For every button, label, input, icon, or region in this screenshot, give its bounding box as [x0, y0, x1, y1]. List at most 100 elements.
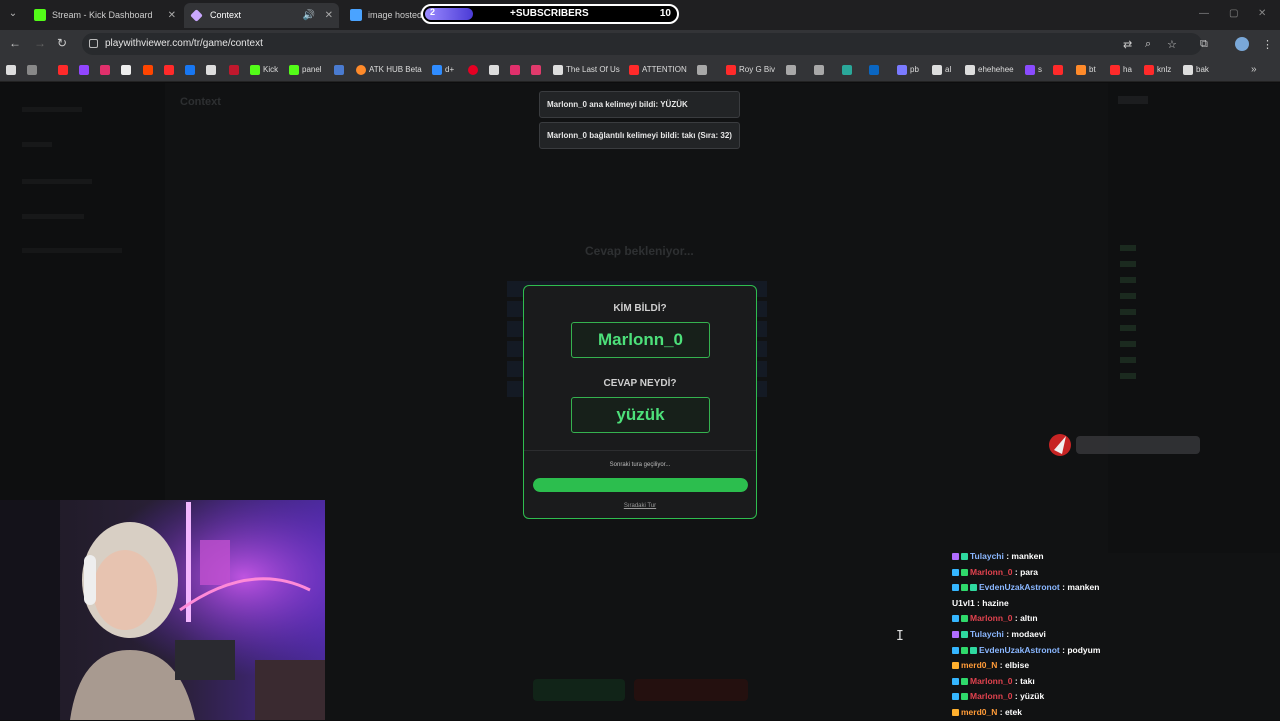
youtube-icon[interactable]	[58, 65, 68, 75]
next-round-link[interactable]: Sıradaki Tur	[524, 503, 756, 509]
chat-username[interactable]: Marlonn_0	[970, 567, 1013, 577]
chat-username[interactable]: U1vl1	[952, 598, 975, 608]
image-host-favicon-icon	[350, 9, 362, 21]
chat-username[interactable]: Marlonn_0	[970, 691, 1013, 701]
subscriber-goal-progress: 2	[430, 7, 436, 17]
bookmark-attention[interactable]: ATTENTION	[629, 64, 687, 76]
bookmark-ehehehee[interactable]: ehehehee	[965, 64, 1014, 76]
chat-username[interactable]: EvdenUzakAstronot	[979, 582, 1060, 592]
bookmark-kick[interactable]: Kick	[250, 64, 278, 76]
dim-chat-line	[1120, 293, 1139, 301]
chat-username[interactable]: Tulaychi	[970, 551, 1004, 561]
bookmark-pb[interactable]: pb	[897, 64, 919, 76]
chat-username[interactable]: Marlonn_0	[970, 676, 1013, 686]
close-window-icon[interactable]: ✕	[1258, 8, 1266, 19]
next-round-button[interactable]	[533, 679, 625, 701]
speaker-icon[interactable]: 🔊	[303, 3, 315, 28]
tab-search-icon[interactable]: ⌄	[4, 5, 22, 23]
close-tab-icon[interactable]: ✕	[168, 3, 176, 28]
chat-text: elbise	[1004, 660, 1030, 671]
back-icon[interactable]: ←	[9, 36, 21, 50]
bookmark-ha[interactable]: ha	[1110, 64, 1132, 76]
reload-icon[interactable]: ↻	[57, 36, 67, 50]
pinterest-icon[interactable]	[468, 65, 478, 75]
folder-icon[interactable]	[697, 65, 707, 75]
facebook-icon[interactable]	[185, 65, 195, 75]
dim-line	[22, 214, 84, 219]
tab-kick-dashboard[interactable]: Stream - Kick Dashboard ✕	[26, 3, 182, 28]
chat-username[interactable]: EvdenUzakAstronot	[979, 645, 1060, 655]
chat-username[interactable]: merd0_N	[961, 660, 997, 670]
stream-logo-icon	[1049, 434, 1200, 456]
bookmark-red-icon[interactable]	[164, 65, 174, 75]
bookmark-shield-icon[interactable]	[229, 65, 239, 75]
more-bookmarks-icon[interactable]: »	[1251, 65, 1261, 75]
kick-icon	[250, 65, 260, 75]
url-bar[interactable]: playwithviewer.com/tr/game/context	[82, 33, 1202, 55]
chat-badge-icon	[961, 553, 968, 560]
chat-message: merd0_N : elbise	[952, 658, 1152, 674]
bookmark-bt[interactable]: bt	[1076, 64, 1096, 76]
bookmark-panel[interactable]: panel	[289, 64, 322, 76]
zoom-icon[interactable]: ⌕	[1145, 38, 1151, 51]
chat-username[interactable]: merd0_N	[961, 707, 997, 717]
context-favicon-icon	[190, 9, 203, 22]
profile-avatar-icon[interactable]	[1235, 37, 1249, 51]
bookmark-atk-hub[interactable]: ATK HUB Beta	[356, 64, 422, 76]
chat-badge-icon	[952, 630, 959, 638]
chat-username[interactable]: Marlonn_0	[970, 613, 1013, 623]
chat-message: U1vl1 : hazine	[952, 596, 1152, 612]
chat-badge-icon	[952, 615, 959, 623]
x-twitter-icon[interactable]	[206, 65, 216, 75]
bookmark-roy-g-biv[interactable]: Roy G Biv	[726, 64, 775, 76]
forward-icon[interactable]: →	[34, 36, 46, 50]
bookmark-pink-icon[interactable]	[531, 65, 541, 75]
chat-badge-icon	[961, 615, 968, 623]
reddit-icon[interactable]	[143, 65, 153, 75]
apps-icon[interactable]	[6, 65, 16, 75]
bookmark-diamond-icon[interactable]	[489, 65, 499, 75]
chat-separator: :	[1012, 613, 1021, 624]
bookmark-teal-icon[interactable]	[842, 65, 852, 75]
end-game-button[interactable]	[634, 679, 748, 701]
next-round-text: Sonraki tura geçiliyor...	[609, 462, 671, 468]
bookmark-the-last-of-us[interactable]: The Last Of Us	[553, 64, 620, 76]
menu-kebab-icon[interactable]: ⋮	[1262, 38, 1273, 51]
bookmark-al[interactable]: al	[932, 64, 951, 76]
bookmark-s[interactable]: s	[1025, 64, 1042, 76]
instagram-2-icon[interactable]	[510, 65, 520, 75]
chat-text: manken	[1011, 551, 1044, 561]
folder-icon[interactable]	[786, 65, 796, 75]
snapchat-icon[interactable]	[121, 65, 131, 75]
bookmark-dplus[interactable]: d+	[432, 64, 454, 76]
translate-icon[interactable]: ⇄	[1123, 38, 1132, 51]
site-info-icon[interactable]	[89, 39, 98, 48]
bookmark-red-2-icon[interactable]	[1053, 65, 1063, 75]
linkedin-icon[interactable]	[869, 65, 879, 75]
modal-divider	[524, 450, 756, 451]
dim-chat-line	[1120, 357, 1139, 365]
chat-panel	[1108, 83, 1280, 553]
minimize-icon[interactable]: —	[1199, 8, 1209, 19]
steam-icon[interactable]	[334, 65, 344, 75]
extensions-icon[interactable]: ⧉	[1200, 38, 1208, 51]
chat-text: hazine	[982, 597, 1009, 608]
chat-message: Marlonn_0 : yüzük	[952, 689, 1152, 705]
folder-icon[interactable]	[814, 65, 824, 75]
bookmark-bak[interactable]: bak	[1183, 64, 1209, 76]
youtube-icon	[1110, 65, 1120, 75]
instagram-icon[interactable]	[100, 65, 110, 75]
game-status-text: Cevap bekleniyor...	[585, 244, 694, 258]
chat-badge-icon	[961, 584, 968, 592]
bookmark-diamond-icon	[1183, 65, 1193, 75]
chat-overlay: Tulaychi : manken Marlonn_0 : para EvdenUz…	[952, 549, 1152, 721]
chat-text: altın	[1020, 613, 1038, 624]
close-tab-icon[interactable]: ✕	[325, 3, 333, 28]
bookmark-star-icon[interactable]: ☆	[1167, 38, 1177, 51]
chat-username[interactable]: Tulaychi	[970, 629, 1004, 639]
maximize-icon[interactable]: ▢	[1229, 8, 1238, 19]
twitch-icon[interactable]	[79, 65, 89, 75]
grid-icon[interactable]	[27, 65, 37, 75]
tab-context[interactable]: Context 🔊 ✕	[184, 3, 339, 28]
bookmark-knlz[interactable]: knlz	[1144, 64, 1171, 76]
